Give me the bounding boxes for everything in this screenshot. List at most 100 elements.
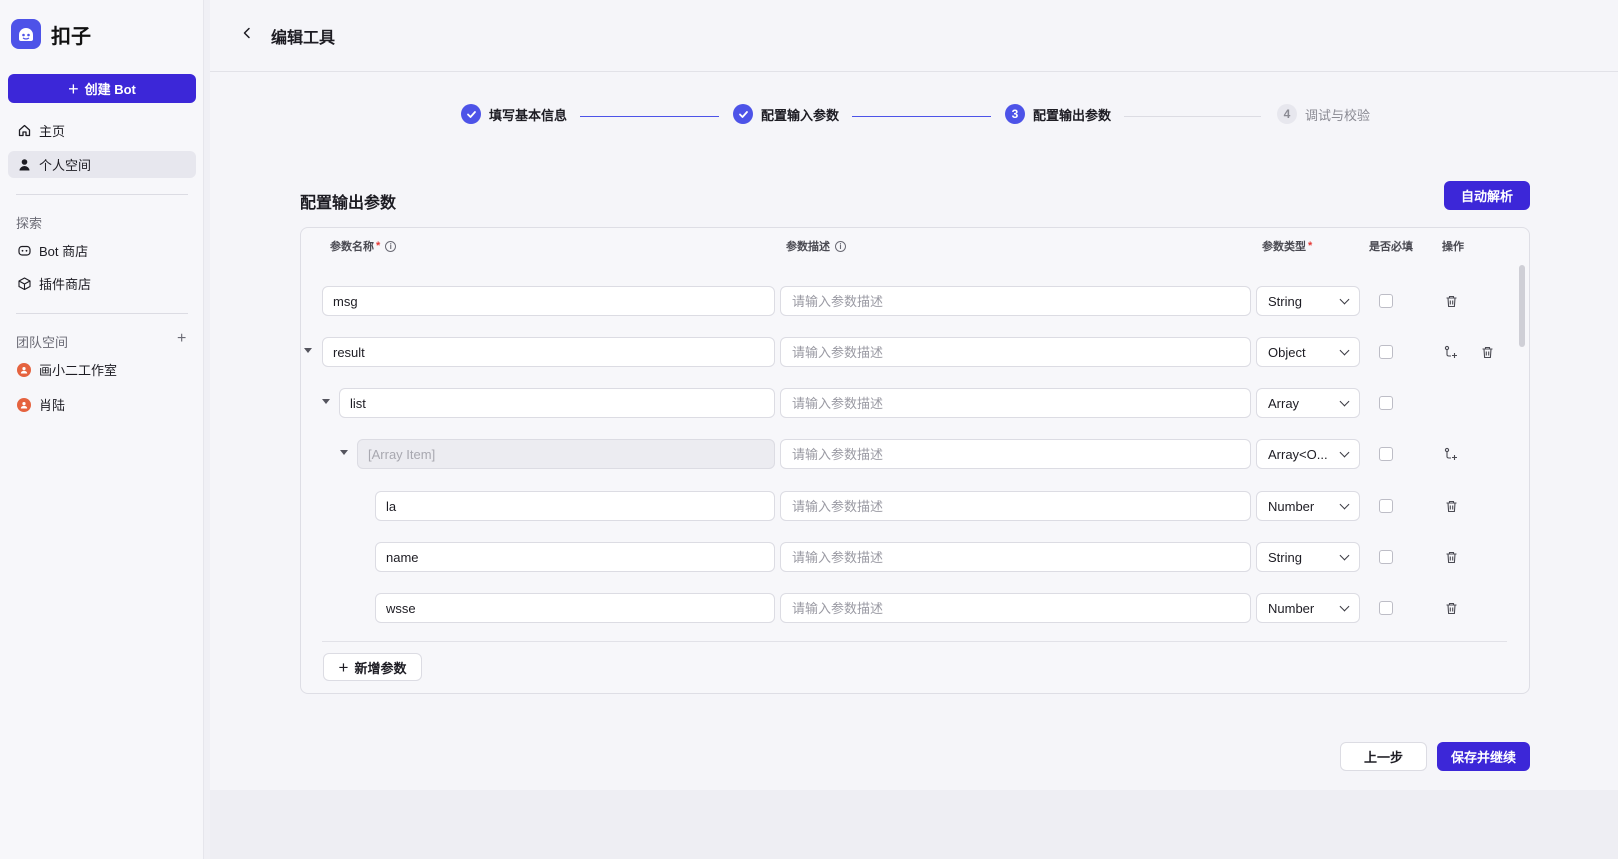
sidebar-item-personal-space[interactable]: 个人空间 — [8, 151, 196, 178]
table-divider — [322, 641, 1507, 642]
brand[interactable]: 扣子 — [11, 19, 91, 49]
info-icon[interactable]: i — [385, 240, 397, 252]
required-checkbox[interactable] — [1379, 499, 1393, 513]
table-scrollbar[interactable] — [1519, 265, 1525, 347]
sidebar-item-home[interactable]: 主页 — [8, 117, 196, 144]
add-child-icon[interactable] — [1443, 344, 1459, 360]
param-desc-input[interactable] — [780, 439, 1251, 469]
column-header-required: 是否必填 — [1369, 238, 1413, 254]
table-row: Object — [300, 337, 1530, 367]
delete-icon[interactable] — [1443, 549, 1459, 565]
sidebar-item-label: 个人空间 — [39, 158, 92, 173]
param-type-select[interactable]: String — [1256, 286, 1360, 316]
sidebar-item-bot-store[interactable]: Bot 商店 — [8, 237, 196, 264]
column-header-actions: 操作 — [1442, 238, 1464, 254]
caret-down-icon[interactable] — [340, 450, 348, 455]
required-checkbox[interactable] — [1379, 601, 1393, 615]
brand-name: 扣子 — [51, 25, 91, 48]
sidebar-item-team[interactable]: 肖陆 — [8, 391, 196, 418]
sidebar-item-label: 主页 — [39, 124, 66, 139]
chevron-down-icon — [1339, 447, 1350, 457]
required-checkbox[interactable] — [1379, 550, 1393, 564]
step-number: 3 — [1005, 104, 1025, 124]
add-param-button[interactable]: + 新增参数 — [323, 653, 422, 681]
required-checkbox[interactable] — [1379, 396, 1393, 410]
step-label: 填写基本信息 — [489, 107, 568, 123]
table-row: Array — [300, 388, 1530, 418]
param-type-select[interactable]: Array — [1256, 388, 1360, 418]
page-header — [210, 0, 1618, 72]
team-avatar-icon — [17, 362, 31, 377]
bot-icon — [17, 244, 31, 258]
chevron-down-icon — [1339, 345, 1350, 355]
team-space-label: 团队空间 — [16, 335, 69, 350]
info-icon[interactable]: i — [835, 240, 846, 252]
chevron-down-icon — [1339, 294, 1350, 304]
param-type-select[interactable]: Number — [1256, 491, 1360, 521]
step-label: 调试与校验 — [1305, 107, 1371, 123]
table-row: Number — [300, 593, 1530, 623]
add-child-icon[interactable] — [1443, 446, 1459, 462]
step-label: 配置输入参数 — [761, 107, 840, 123]
param-desc-input[interactable] — [780, 388, 1251, 418]
auto-parse-button[interactable]: 自动解析 — [1444, 181, 1530, 210]
sidebar-item-plugin-store[interactable]: 插件商店 — [8, 270, 196, 297]
param-type-value: Number — [1268, 498, 1315, 514]
sidebar-divider — [16, 194, 188, 195]
back-icon[interactable] — [240, 26, 254, 40]
param-desc-input[interactable] — [780, 337, 1251, 367]
column-header-label: 参数描述 — [786, 241, 830, 253]
add-team-icon[interactable]: + — [177, 331, 186, 347]
param-desc-input[interactable] — [780, 491, 1251, 521]
step-number: 4 — [1277, 104, 1297, 124]
step-connector — [852, 116, 991, 117]
prev-step-button[interactable]: 上一步 — [1340, 742, 1427, 771]
team-avatar-icon — [17, 397, 31, 412]
caret-down-icon[interactable] — [304, 348, 312, 353]
param-type-select[interactable]: Array<O... — [1256, 439, 1360, 469]
param-name-input[interactable] — [375, 542, 775, 572]
param-name-input[interactable] — [339, 388, 775, 418]
column-header-label: 是否必填 — [1369, 241, 1413, 253]
param-type-select[interactable]: String — [1256, 542, 1360, 572]
param-type-select[interactable]: Object — [1256, 337, 1360, 367]
step-label: 配置输出参数 — [1033, 107, 1112, 123]
param-name-input[interactable] — [322, 286, 775, 316]
delete-icon[interactable] — [1443, 293, 1459, 309]
table-row: String — [300, 286, 1530, 316]
chevron-down-icon — [1339, 396, 1350, 406]
param-desc-input[interactable] — [780, 286, 1251, 316]
caret-down-icon[interactable] — [322, 399, 330, 404]
param-type-value: Array — [1268, 395, 1300, 411]
sidebar-item-team[interactable]: 画小二工作室 — [8, 356, 196, 383]
sidebar-item-label: 肖陆 — [39, 398, 66, 413]
param-desc-input[interactable] — [780, 593, 1251, 623]
required-checkbox[interactable] — [1379, 447, 1393, 461]
param-type-value: String — [1268, 549, 1302, 565]
delete-icon[interactable] — [1479, 344, 1495, 360]
step-basic-info: 填写基本信息 — [461, 104, 567, 124]
create-bot-button[interactable]: + 创建 Bot — [8, 74, 196, 103]
param-type-value: String — [1268, 293, 1302, 309]
param-type-value: Number — [1268, 600, 1315, 616]
table-row: Number — [300, 491, 1530, 521]
param-type-value: Object — [1268, 344, 1306, 360]
required-checkbox[interactable] — [1379, 294, 1393, 308]
sidebar-item-label: Bot 商店 — [39, 244, 89, 259]
required-checkbox[interactable] — [1379, 345, 1393, 359]
explore-label: 探索 — [16, 216, 43, 231]
param-name-input[interactable] — [375, 491, 775, 521]
param-desc-input[interactable] — [780, 542, 1251, 572]
delete-icon[interactable] — [1443, 498, 1459, 514]
param-type-select[interactable]: Number — [1256, 593, 1360, 623]
column-header-label: 参数类型 — [1262, 241, 1306, 253]
save-continue-button[interactable]: 保存并继续 — [1437, 742, 1530, 771]
content-footer-area — [210, 790, 1618, 859]
param-name-input[interactable] — [375, 593, 775, 623]
column-header-label: 参数名称 — [330, 241, 374, 253]
coze-logo-icon — [11, 19, 41, 49]
step-input-params: 配置输入参数 — [733, 104, 839, 124]
delete-icon[interactable] — [1443, 600, 1459, 616]
step-output-params: 3 配置输出参数 — [1005, 104, 1111, 124]
param-name-input[interactable] — [322, 337, 775, 367]
